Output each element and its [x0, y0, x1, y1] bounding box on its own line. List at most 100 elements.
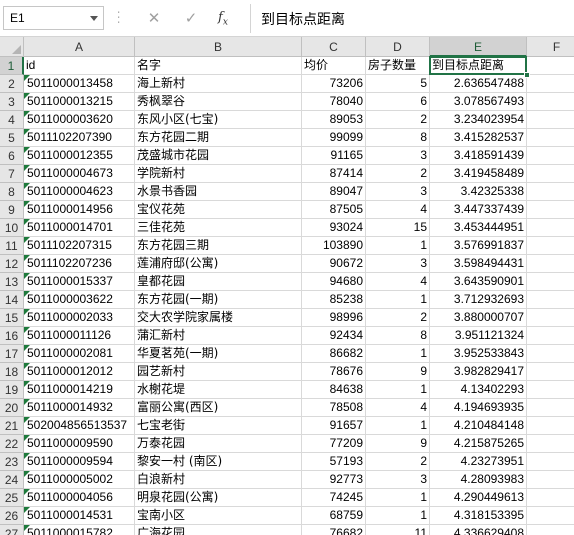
select-all-button[interactable]	[0, 37, 24, 57]
row-header-4[interactable]: 4	[0, 111, 24, 129]
cell-c[interactable]: 74245	[302, 489, 366, 507]
cell-e[interactable]: 3.982829417	[430, 363, 527, 381]
cell-f[interactable]	[527, 201, 574, 219]
row-header-13[interactable]: 13	[0, 273, 24, 291]
row-header-21[interactable]: 21	[0, 417, 24, 435]
cell-c[interactable]: 87414	[302, 165, 366, 183]
chevron-down-icon[interactable]	[90, 16, 98, 21]
cell-e[interactable]: 4.210484148	[430, 417, 527, 435]
cell-b[interactable]: 万泰花园	[135, 435, 302, 453]
cell-f[interactable]	[527, 399, 574, 417]
cell-a[interactable]: 5011000015782	[24, 525, 135, 535]
cell-a[interactable]: 5011000015337	[24, 273, 135, 291]
cell-d[interactable]: 4	[366, 399, 430, 417]
header-cell-a[interactable]: id	[24, 57, 135, 75]
cell-c[interactable]: 78508	[302, 399, 366, 417]
cell-e[interactable]: 3.078567493	[430, 93, 527, 111]
cell-b[interactable]: 海上新村	[135, 75, 302, 93]
cell-c[interactable]: 91657	[302, 417, 366, 435]
cell-c[interactable]: 90672	[302, 255, 366, 273]
cell-a[interactable]: 5011000004623	[24, 183, 135, 201]
cell-b[interactable]: 水景书香园	[135, 183, 302, 201]
cell-f[interactable]	[527, 183, 574, 201]
row-header-25[interactable]: 25	[0, 489, 24, 507]
cell-f[interactable]	[527, 345, 574, 363]
cell-c[interactable]: 68759	[302, 507, 366, 525]
header-cell-d[interactable]: 房子数量	[366, 57, 430, 75]
cell-d[interactable]: 1	[366, 489, 430, 507]
cell-a[interactable]: 5011000014531	[24, 507, 135, 525]
cell-a[interactable]: 502004856513537	[24, 417, 135, 435]
cell-f[interactable]	[527, 147, 574, 165]
cell-a[interactable]: 5011000009594	[24, 453, 135, 471]
cell-d[interactable]: 9	[366, 363, 430, 381]
cell-b[interactable]: 宝南小区	[135, 507, 302, 525]
row-header-9[interactable]: 9	[0, 201, 24, 219]
cell-d[interactable]: 1	[366, 381, 430, 399]
cell-e[interactable]: 4.336629408	[430, 525, 527, 535]
header-cell-f[interactable]	[527, 57, 574, 75]
header-cell-b[interactable]: 名字	[135, 57, 302, 75]
cell-e[interactable]: 3.576991837	[430, 237, 527, 255]
cell-e[interactable]: 3.880000707	[430, 309, 527, 327]
cell-d[interactable]: 3	[366, 255, 430, 273]
cell-a[interactable]: 5011000012355	[24, 147, 135, 165]
cell-b[interactable]: 交大农学院家属楼	[135, 309, 302, 327]
insert-function-icon[interactable]: fx	[218, 8, 228, 33]
cell-b[interactable]: 学院新村	[135, 165, 302, 183]
row-header-20[interactable]: 20	[0, 399, 24, 417]
cell-d[interactable]: 2	[366, 165, 430, 183]
cell-c[interactable]: 73206	[302, 75, 366, 93]
cell-a[interactable]: 5011000012012	[24, 363, 135, 381]
cell-f[interactable]	[527, 435, 574, 453]
cell-a[interactable]: 5011000014219	[24, 381, 135, 399]
cell-b[interactable]: 三佳花苑	[135, 219, 302, 237]
cell-a[interactable]: 5011000014932	[24, 399, 135, 417]
cell-b[interactable]: 七宝老街	[135, 417, 302, 435]
cell-c[interactable]: 94680	[302, 273, 366, 291]
cell-b[interactable]: 黎安一村 (南区)	[135, 453, 302, 471]
row-header-22[interactable]: 22	[0, 435, 24, 453]
cell-a[interactable]: 5011000003622	[24, 291, 135, 309]
cell-c[interactable]: 91165	[302, 147, 366, 165]
cell-f[interactable]	[527, 255, 574, 273]
row-header-2[interactable]: 2	[0, 75, 24, 93]
row-header-6[interactable]: 6	[0, 147, 24, 165]
cell-e[interactable]: 4.215875265	[430, 435, 527, 453]
cell-d[interactable]: 9	[366, 435, 430, 453]
cell-e[interactable]: 4.290449613	[430, 489, 527, 507]
column-header-f[interactable]: F	[527, 37, 574, 57]
cell-e[interactable]: 4.194693935	[430, 399, 527, 417]
cell-e[interactable]: 3.952533843	[430, 345, 527, 363]
cell-e[interactable]: 4.23273951	[430, 453, 527, 471]
cell-d[interactable]: 3	[366, 147, 430, 165]
cell-c[interactable]: 76682	[302, 525, 366, 535]
row-header-18[interactable]: 18	[0, 363, 24, 381]
cell-d[interactable]: 1	[366, 507, 430, 525]
cell-d[interactable]: 3	[366, 471, 430, 489]
cell-d[interactable]: 5	[366, 75, 430, 93]
row-header-5[interactable]: 5	[0, 129, 24, 147]
more-vertical-icon[interactable]: ⋅ ⋅ ⋅	[117, 7, 121, 28]
cell-b[interactable]: 华夏茗苑(一期)	[135, 345, 302, 363]
column-header-c[interactable]: C	[302, 37, 366, 57]
row-header-27[interactable]: 27	[0, 525, 24, 535]
row-header-3[interactable]: 3	[0, 93, 24, 111]
cell-f[interactable]	[527, 417, 574, 435]
cell-b[interactable]: 东方花园二期	[135, 129, 302, 147]
cell-e[interactable]: 3.234023954	[430, 111, 527, 129]
cell-a[interactable]: 5011000002081	[24, 345, 135, 363]
cell-e[interactable]: 2.636547488	[430, 75, 527, 93]
cell-a[interactable]: 5011000003620	[24, 111, 135, 129]
cell-c[interactable]: 57193	[302, 453, 366, 471]
row-header-24[interactable]: 24	[0, 471, 24, 489]
cell-d[interactable]: 1	[366, 345, 430, 363]
cell-d[interactable]: 2	[366, 453, 430, 471]
close-icon[interactable]: ✕	[145, 8, 163, 28]
cell-a[interactable]: 5011000004056	[24, 489, 135, 507]
cell-c[interactable]: 89047	[302, 183, 366, 201]
cell-e[interactable]: 3.643590901	[430, 273, 527, 291]
row-header-14[interactable]: 14	[0, 291, 24, 309]
name-box[interactable]: E1	[3, 6, 104, 30]
cell-f[interactable]	[527, 363, 574, 381]
